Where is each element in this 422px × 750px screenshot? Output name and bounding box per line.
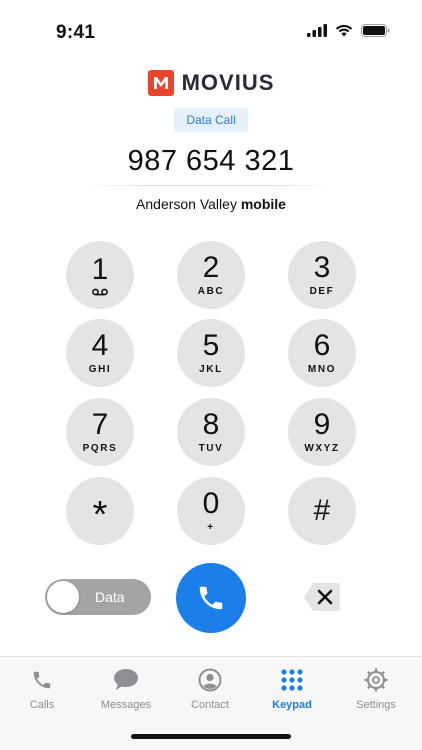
brand-header: MOVIUS — [0, 70, 422, 96]
key-0[interactable]: 0 + — [177, 477, 245, 545]
key-6[interactable]: 6 MNO — [288, 319, 356, 387]
key-digit: 3 — [313, 251, 331, 284]
tab-keypad[interactable]: Keypad — [252, 665, 332, 711]
tab-contact[interactable]: Contact — [170, 665, 250, 711]
phone-icon — [31, 665, 53, 695]
key-star[interactable]: * — [66, 477, 134, 545]
cellular-signal-icon — [307, 24, 327, 37]
voicemail-icon — [92, 288, 108, 295]
dialed-number[interactable]: 987 654 321 — [0, 145, 422, 178]
tab-settings[interactable]: Settings — [336, 665, 416, 711]
key-2[interactable]: 2 ABC — [177, 241, 245, 309]
wifi-icon — [335, 24, 353, 37]
brand-name: MOVIUS — [181, 70, 275, 95]
tab-messages[interactable]: Messages — [86, 665, 166, 711]
data-call-toggle[interactable]: Data — [45, 579, 151, 615]
key-9[interactable]: 9 WXYZ — [288, 398, 356, 466]
status-bar: 9:41 — [0, 0, 422, 56]
tab-label: Keypad — [272, 699, 312, 711]
key-letters: + — [207, 522, 215, 533]
status-time: 9:41 — [56, 22, 96, 43]
keypad-grid-icon — [281, 665, 303, 695]
key-8[interactable]: 8 TUV — [177, 398, 245, 466]
key-letters: WXYZ — [304, 443, 340, 454]
tab-label: Messages — [100, 699, 152, 711]
backspace-button[interactable] — [303, 582, 341, 612]
key-digit: 9 — [313, 408, 331, 441]
contact-number-type: mobile — [240, 196, 286, 212]
battery-icon — [361, 24, 390, 37]
chat-bubble-icon — [113, 665, 139, 695]
key-digit: 8 — [202, 408, 220, 441]
key-digit: 1 — [91, 252, 109, 286]
key-1[interactable]: 1 — [66, 241, 134, 309]
key-digit: 6 — [313, 329, 331, 362]
key-digit: * — [92, 494, 108, 536]
gear-icon — [364, 665, 388, 695]
key-letters: MNO — [307, 364, 337, 375]
key-letters: DEF — [309, 286, 335, 297]
key-digit: # — [313, 494, 331, 527]
phone-icon — [199, 586, 223, 610]
movius-logo-icon — [147, 70, 174, 96]
contact-name: Anderson Valley — [136, 196, 237, 212]
key-5[interactable]: 5 JKL — [177, 319, 245, 387]
number-divider — [86, 185, 336, 186]
key-letters: PQRS — [82, 443, 118, 454]
status-icons — [307, 24, 390, 37]
tab-calls[interactable]: Calls — [2, 665, 82, 711]
backspace-icon — [304, 583, 340, 611]
home-indicator[interactable] — [131, 734, 291, 739]
key-4[interactable]: 4 GHI — [66, 319, 134, 387]
key-hash[interactable]: # — [288, 477, 356, 545]
key-7[interactable]: 7 PQRS — [66, 398, 134, 466]
key-digit: 5 — [202, 329, 220, 362]
key-letters: TUV — [198, 443, 224, 454]
tab-label: Settings — [356, 699, 396, 711]
person-icon — [198, 665, 222, 695]
data-call-badge[interactable]: Data Call — [174, 108, 248, 132]
key-digit: 4 — [91, 329, 109, 362]
tab-label: Contact — [191, 699, 229, 711]
toggle-label: Data — [95, 589, 125, 605]
tab-label: Calls — [29, 699, 55, 711]
call-button[interactable] — [176, 563, 246, 633]
contact-match[interactable]: Anderson Valley mobile — [0, 196, 422, 212]
key-letters: JKL — [199, 364, 223, 375]
key-3[interactable]: 3 DEF — [288, 241, 356, 309]
key-letters: ABC — [197, 286, 225, 297]
key-digit: 0 — [202, 487, 220, 520]
key-letters: GHI — [88, 364, 112, 375]
toggle-knob — [47, 581, 79, 613]
key-digit: 7 — [91, 408, 109, 441]
key-digit: 2 — [202, 251, 220, 284]
